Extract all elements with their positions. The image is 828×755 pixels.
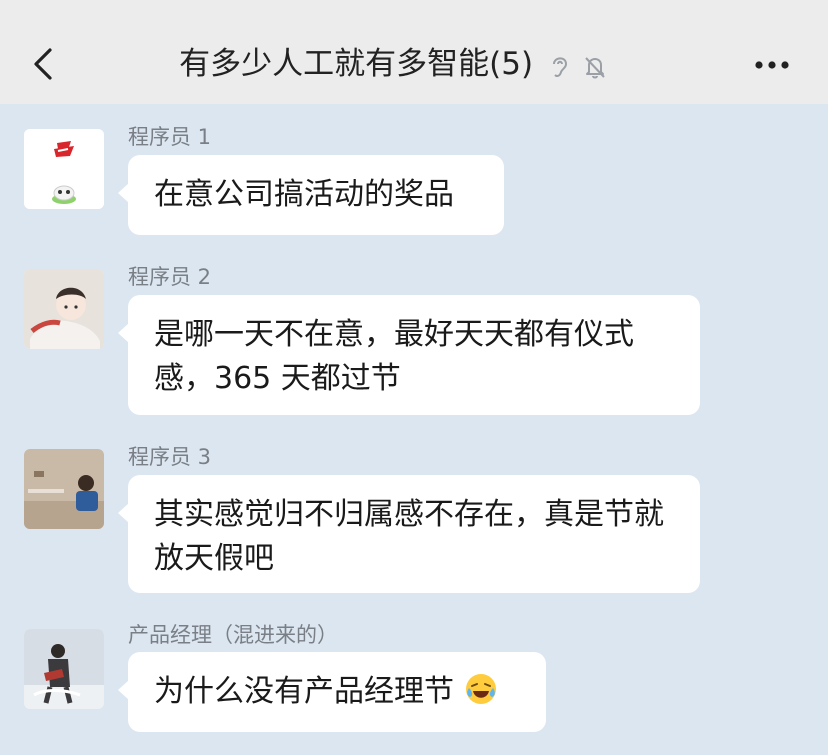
chat-title-text: 有多少人工就有多智能(5) xyxy=(179,46,534,82)
sender-name: 产品经理（混进来的） xyxy=(128,623,338,647)
message-text: 为什么没有产品经理节 xyxy=(154,674,454,709)
avatar-image xyxy=(24,629,104,709)
avatar-image xyxy=(24,269,104,349)
sender-name: 程序员 1 xyxy=(128,125,212,149)
avatar[interactable] xyxy=(24,269,104,349)
more-dots-icon[interactable] xyxy=(754,60,790,70)
avatar-image xyxy=(24,449,104,529)
message-text: 其实感觉归不归属感不存在，真是节就放天假吧 xyxy=(154,497,664,576)
message-text: 是哪一天不在意，最好天天都有仪式感，365 天都过节 xyxy=(154,317,634,396)
sender-name: 程序员 3 xyxy=(128,445,212,469)
message-bubble[interactable]: 其实感觉归不归属感不存在，真是节就放天假吧 xyxy=(118,475,700,593)
sender-name: 程序员 2 xyxy=(128,265,212,289)
avatar[interactable] xyxy=(24,629,104,709)
avatar-image xyxy=(24,129,104,209)
chat-area[interactable]: 程序员 1 在意公司搞活动的奖品 程序员 2 是哪一天不在意，最好天天都有仪式感… xyxy=(0,104,828,755)
message-bubble[interactable]: 为什么没有产品经理节 xyxy=(118,652,546,732)
avatar[interactable] xyxy=(24,129,104,209)
avatar[interactable] xyxy=(24,449,104,529)
message-text: 在意公司搞活动的奖品 xyxy=(154,177,454,212)
message-bubble[interactable]: 是哪一天不在意，最好天天都有仪式感，365 天都过节 xyxy=(118,295,700,415)
bell-mute-icon xyxy=(585,57,605,79)
ear-icon xyxy=(552,57,567,77)
chat-title: 有多少人工就有多智能(5) xyxy=(0,42,828,88)
laugh-cry-emoji-icon xyxy=(465,674,496,704)
message-bubble[interactable]: 在意公司搞活动的奖品 xyxy=(118,155,504,235)
chat-header: 有多少人工就有多智能(5) xyxy=(0,0,828,104)
